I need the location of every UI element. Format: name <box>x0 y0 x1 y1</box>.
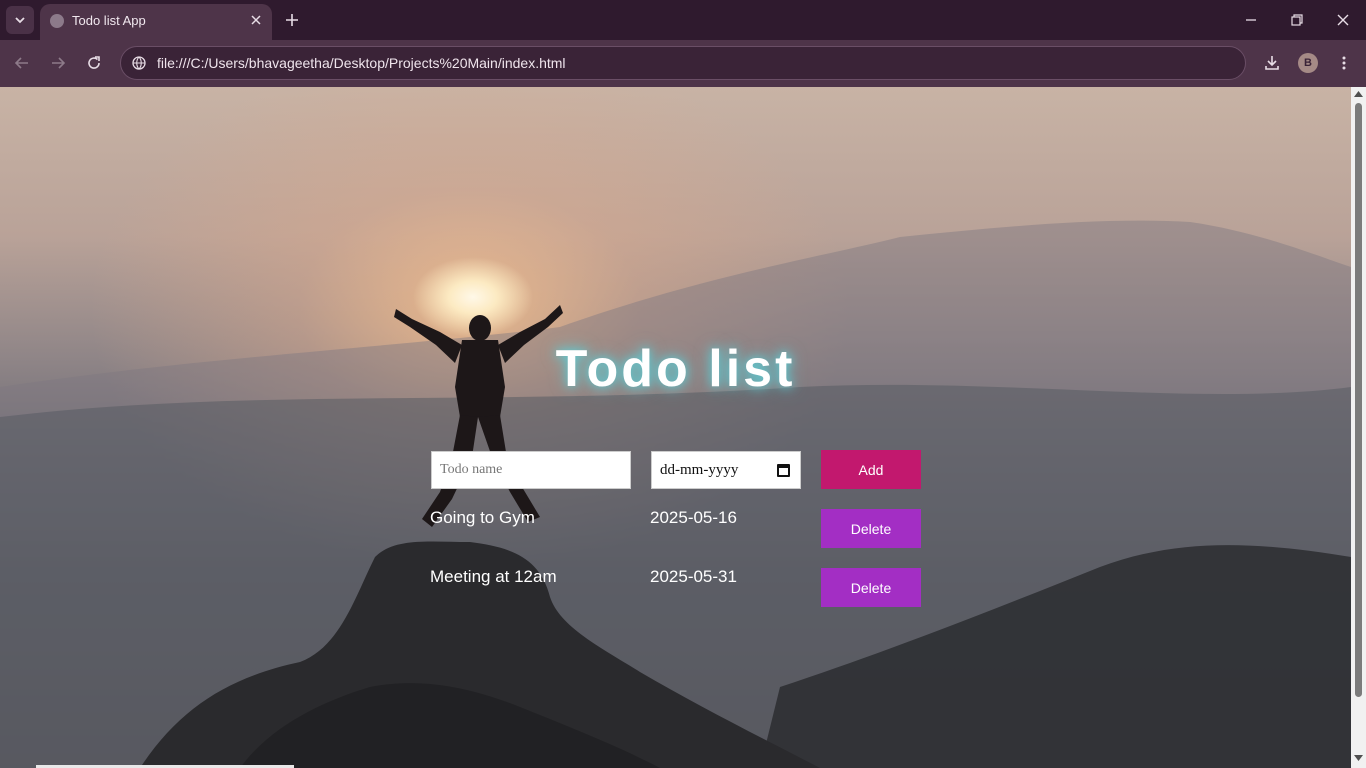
restore-button[interactable] <box>1285 8 1309 32</box>
forward-icon <box>52 57 66 69</box>
back-icon <box>14 57 28 69</box>
downloads-button[interactable] <box>1260 51 1284 75</box>
tab-title: Todo list App <box>72 13 146 28</box>
site-info-button[interactable] <box>131 55 147 71</box>
scroll-up-icon[interactable] <box>1354 90 1363 97</box>
delete-button[interactable]: Delete <box>821 568 921 607</box>
tab-search-button[interactable] <box>6 6 34 34</box>
todo-item-date: 2025-05-31 <box>650 567 737 586</box>
page-title: Todo list <box>555 340 796 398</box>
minimize-button[interactable] <box>1239 8 1263 32</box>
delete-button[interactable]: Delete <box>821 509 921 548</box>
tab-close-button[interactable] <box>248 12 264 28</box>
calendar-icon[interactable] <box>777 464 790 477</box>
address-bar[interactable]: file:///C:/Users/bhavageetha/Desktop/Pro… <box>120 46 1246 80</box>
close-window-button[interactable] <box>1331 8 1355 32</box>
close-icon <box>251 15 261 25</box>
scrollbar-thumb[interactable] <box>1355 103 1362 697</box>
kebab-menu-icon <box>1342 56 1346 70</box>
browser-toolbar: file:///C:/Users/bhavageetha/Desktop/Pro… <box>0 40 1366 87</box>
close-icon <box>1337 14 1349 26</box>
todo-item-date: 2025-05-16 <box>650 508 737 527</box>
add-button[interactable]: Add <box>821 450 921 489</box>
tab-bar: Todo list App <box>0 0 1366 40</box>
todo-item-name: Going to Gym <box>430 508 535 527</box>
page-viewport: Todo list dd-mm-yyyy Add Going to Gym 20… <box>0 87 1351 768</box>
date-placeholder: dd-mm-yyyy <box>660 461 739 478</box>
scroll-down-icon[interactable] <box>1354 755 1363 762</box>
globe-icon <box>132 56 146 70</box>
profile-avatar[interactable]: B <box>1298 53 1318 73</box>
chevron-down-icon <box>15 17 25 24</box>
plus-icon <box>286 14 298 26</box>
todo-item-name: Meeting at 12am <box>430 567 557 586</box>
background-image <box>0 220 1351 768</box>
url-text: file:///C:/Users/bhavageetha/Desktop/Pro… <box>157 55 566 71</box>
browser-menu-button[interactable] <box>1332 51 1356 75</box>
download-icon <box>1265 56 1279 70</box>
vertical-scrollbar[interactable] <box>1351 87 1366 768</box>
back-button[interactable] <box>10 51 34 75</box>
todo-date-input[interactable]: dd-mm-yyyy <box>651 451 801 489</box>
new-tab-button[interactable] <box>280 8 304 32</box>
restore-icon <box>1291 14 1303 26</box>
reload-button[interactable] <box>82 51 106 75</box>
forward-button[interactable] <box>46 51 70 75</box>
todo-name-input[interactable] <box>431 451 631 489</box>
reload-icon <box>88 56 100 69</box>
minimize-icon <box>1246 19 1256 21</box>
active-tab[interactable]: Todo list App <box>40 4 272 40</box>
globe-icon <box>50 14 64 28</box>
